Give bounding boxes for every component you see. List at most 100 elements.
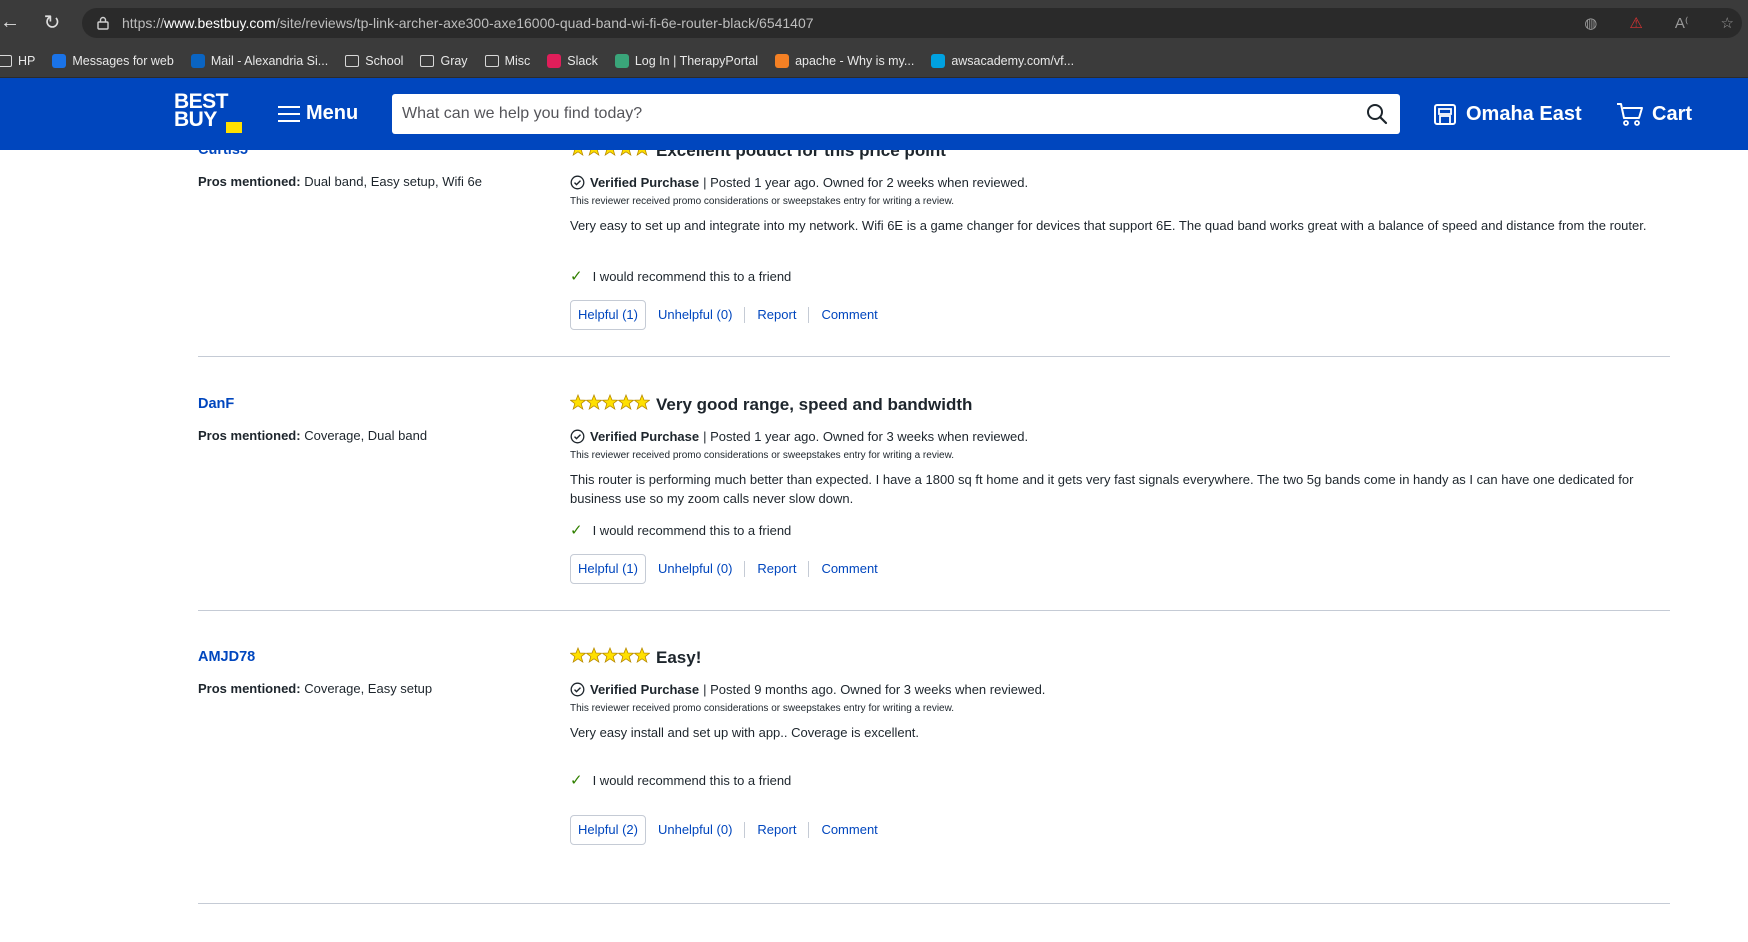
verified-purchase: Verified Purchase | Posted 1 year ago. Ow…	[570, 175, 1028, 190]
comment-button[interactable]: Comment	[808, 822, 889, 838]
store-icon	[1434, 104, 1456, 125]
pros-values: Coverage, Easy setup	[304, 681, 433, 696]
review-title-text: Easy!	[656, 647, 702, 667]
comment-button[interactable]: Comment	[808, 307, 889, 323]
check-circle-icon	[570, 175, 585, 190]
posted-info: | Posted 9 months ago. Owned for 3 weeks…	[703, 682, 1046, 697]
star-icon	[585, 646, 603, 668]
star-icon	[569, 393, 587, 415]
bookmark-item[interactable]: Misc	[484, 54, 530, 68]
bookmark-label: Mail - Alexandria Si...	[210, 53, 329, 68]
star-icon	[633, 646, 651, 668]
read-aloud-icon[interactable]: A⁽	[1675, 14, 1689, 32]
bookmark-item[interactable]: Slack	[547, 53, 598, 68]
store-button[interactable]: Omaha East	[1432, 101, 1582, 127]
bookmark-item[interactable]: Log In | TherapyPortal	[614, 53, 758, 68]
search-input[interactable]	[392, 105, 1332, 123]
salesforce-icon	[931, 53, 946, 68]
bookmarks-bar: HP Messages for web Mail - Alexandria Si..…	[0, 44, 1748, 78]
reviews-list: Curtis5 Pros mentioned: Dual band, Easy …	[0, 150, 1748, 942]
favorite-star-icon[interactable]: ☆	[1721, 14, 1734, 32]
folder-icon	[420, 54, 435, 67]
check-circle-icon	[570, 682, 585, 697]
review-author[interactable]: DanF	[198, 396, 234, 412]
search-icon[interactable]	[1366, 103, 1388, 125]
therapyportal-icon	[614, 53, 629, 68]
review-title: Excellent poduct for this price point	[570, 150, 946, 161]
unhelpful-button[interactable]: Unhelpful (0)	[646, 822, 744, 838]
check-circle-icon	[570, 429, 585, 444]
helpful-button[interactable]: Helpful (2)	[570, 815, 646, 845]
feedback-actions: Helpful (1) Unhelpful (0) Report Comment	[570, 300, 890, 330]
slack-icon	[547, 53, 562, 68]
unhelpful-button[interactable]: Unhelpful (0)	[646, 561, 744, 577]
bookmark-label: Slack	[567, 53, 598, 68]
pros-values: Dual band, Easy setup, Wifi 6e	[304, 174, 482, 189]
review-title: Very good range, speed and bandwidth	[569, 393, 972, 415]
comment-button[interactable]: Comment	[808, 561, 889, 577]
rating-stars	[570, 150, 650, 161]
stackoverflow-icon	[775, 53, 790, 68]
rating-stars	[569, 393, 651, 415]
report-button[interactable]: Report	[744, 561, 808, 577]
tracking-icon[interactable]: ◍	[1584, 14, 1597, 32]
star-icon	[601, 646, 619, 668]
reload-icon[interactable]: ↻	[38, 8, 66, 36]
bookmark-label: Messages for web	[72, 53, 174, 68]
helpful-button[interactable]: Helpful (1)	[570, 300, 646, 330]
url-field[interactable]: https://www.bestbuy.com/site/reviews/tp-…	[82, 8, 1742, 38]
back-arrow-icon[interactable]: ←	[0, 8, 24, 36]
posted-info: | Posted 1 year ago. Owned for 3 weeks w…	[703, 429, 1029, 444]
star-icon	[618, 150, 634, 161]
unhelpful-button[interactable]: Unhelpful (0)	[646, 307, 744, 323]
star-icon	[569, 646, 587, 668]
checkmark-icon: ✓	[570, 522, 583, 539]
bookmark-item[interactable]: apache - Why is my...	[775, 53, 914, 68]
cart-label: Cart	[1652, 102, 1693, 125]
recommend-note: ✓ I would recommend this to a friend	[570, 267, 791, 285]
feedback-actions: Helpful (1) Unhelpful (0) Report Comment	[570, 554, 890, 584]
bestbuy-logo[interactable]: BEST BUY	[174, 91, 242, 135]
review-author[interactable]: Curtis5	[198, 150, 248, 158]
url-text: https://www.bestbuy.com/site/reviews/tp-…	[122, 15, 814, 31]
review-body: This router is performing much better th…	[570, 472, 1634, 506]
review-body: Very easy to set up and integrate into m…	[570, 218, 1647, 233]
extension-alert-icon[interactable]: ⚠	[1629, 14, 1642, 32]
menu-button[interactable]: Menu	[278, 102, 358, 125]
pros-label: Pros mentioned:	[198, 428, 301, 443]
bookmark-item[interactable]: Gray	[420, 54, 468, 68]
folder-icon	[484, 54, 499, 67]
recommend-text: I would recommend this to a friend	[592, 268, 792, 284]
bookmark-item[interactable]: Messages for web	[52, 53, 174, 68]
search-box	[392, 94, 1400, 134]
promo-disclaimer: This reviewer received promo considerati…	[570, 450, 955, 461]
star-icon	[602, 150, 618, 161]
bookmark-item[interactable]: awsacademy.com/vf...	[931, 53, 1075, 68]
rating-stars	[569, 646, 651, 668]
recommend-text: I would recommend this to a friend	[592, 522, 792, 538]
checkmark-icon: ✓	[570, 772, 583, 789]
bookmark-label: HP	[18, 53, 36, 68]
store-label: Omaha East	[1466, 102, 1582, 125]
verified-purchase: Verified Purchase | Posted 9 months ago. …	[570, 682, 1045, 697]
bookmark-item[interactable]: School	[345, 54, 403, 68]
bookmark-item[interactable]: HP	[0, 54, 35, 68]
lock-icon	[97, 16, 109, 30]
site-header: BEST BUY Menu Omaha East Cart	[0, 78, 1748, 150]
review-divider	[198, 610, 1670, 611]
messages-icon	[52, 53, 67, 68]
cart-button[interactable]: Cart	[1616, 101, 1692, 127]
star-icon	[585, 393, 603, 415]
bookmark-label: awsacademy.com/vf...	[951, 53, 1075, 68]
pros-label: Pros mentioned:	[198, 174, 301, 189]
pros-mentioned: Pros mentioned: Dual band, Easy setup, W…	[198, 174, 482, 189]
bookmark-item[interactable]: Mail - Alexandria Si...	[190, 53, 329, 68]
verified-label: Verified Purchase	[590, 682, 700, 697]
cart-icon	[1617, 103, 1643, 126]
helpful-button[interactable]: Helpful (1)	[570, 554, 646, 584]
report-button[interactable]: Report	[744, 822, 808, 838]
star-icon	[617, 646, 635, 668]
star-icon	[633, 393, 651, 415]
report-button[interactable]: Report	[744, 307, 808, 323]
review-author[interactable]: AMJD78	[198, 649, 255, 665]
